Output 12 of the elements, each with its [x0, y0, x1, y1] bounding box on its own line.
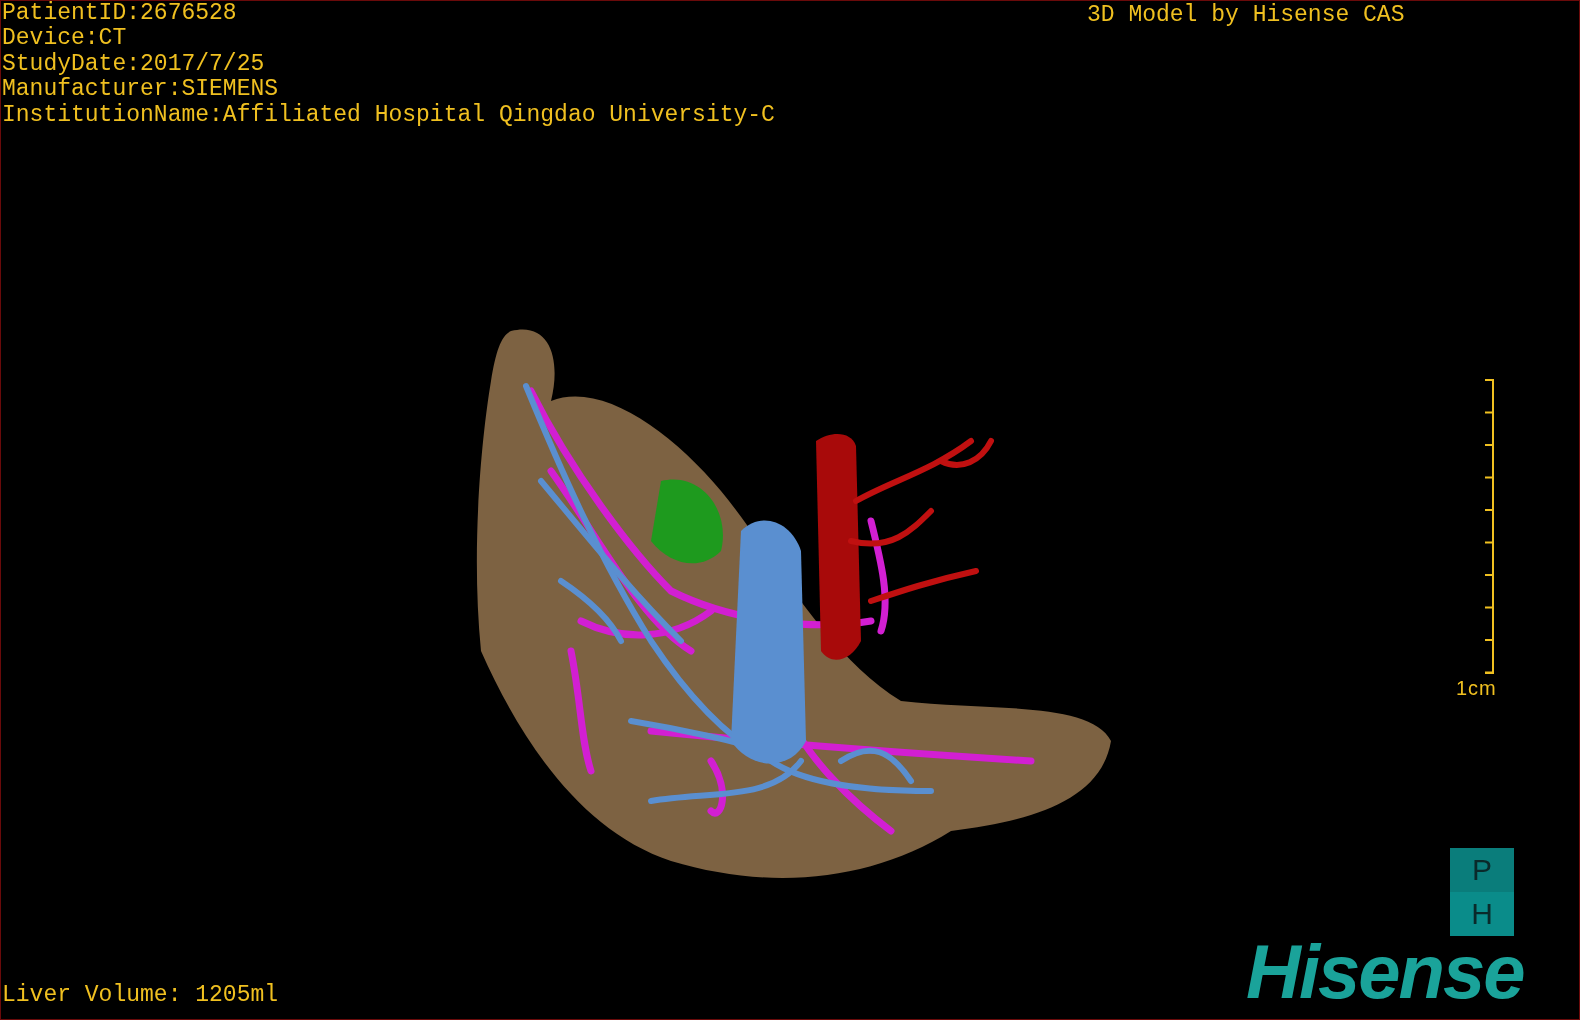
- patient-info-text: Manufacturer:SIEMENS: [2, 77, 280, 103]
- orientation-cube[interactable]: P H: [1450, 848, 1514, 936]
- viewer-title: 3D Model by Hisense CAS: [1087, 3, 1405, 29]
- patient-info-text: StudyDate:2017/7/25: [2, 51, 266, 77]
- patient-info-text: InstitutionName:Affiliated Hospital Qingdao University-C: [2, 102, 775, 129]
- orientation-label: H: [1470, 896, 1494, 932]
- liver-volume-text: Liver Volume: 1205ml: [2, 983, 279, 1009]
- patient-info-text: Device:CT: [2, 26, 128, 52]
- brand-logo: Hisense: [1246, 934, 1524, 1010]
- scale-label: 1cm: [1456, 677, 1497, 700]
- orientation-label: P: [1450, 848, 1514, 892]
- patient-info-text: PatientID:2676528: [2, 1, 238, 26]
